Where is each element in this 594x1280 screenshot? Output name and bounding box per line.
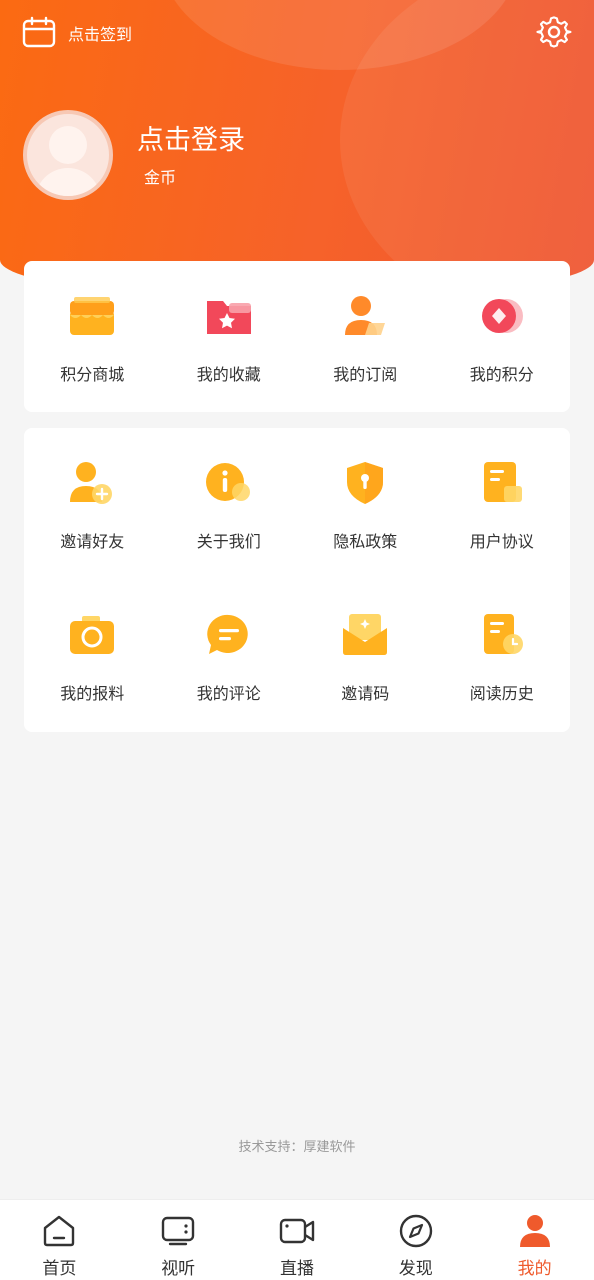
secondary-menu-card: 邀请好友 关于我们 隐私政策 用户协议 我的报料 我的评论 邀请码 阅读历史 xyxy=(24,428,570,732)
profile-page: 点击签到 点击登录 金币 积分商城 我的收藏 我的订阅 我的积分 邀请好友 关于… xyxy=(0,0,594,1280)
tab-label: 发现 xyxy=(398,1259,433,1279)
menu-item-label: 我的报料 xyxy=(60,684,125,703)
home-icon xyxy=(44,1215,75,1247)
tab-label: 视听 xyxy=(161,1259,196,1279)
comment-bubble-icon xyxy=(207,614,248,654)
menu-item-points-mall[interactable]: 积分商城 xyxy=(24,261,161,412)
profile-icon xyxy=(519,1215,550,1247)
subscription-user-icon xyxy=(345,296,386,335)
agreement-document-icon xyxy=(483,462,522,502)
video-camera-icon xyxy=(279,1218,315,1244)
menu-item-label: 我的积分 xyxy=(469,365,534,384)
tab-home[interactable]: 首页 xyxy=(0,1200,119,1280)
bottom-tab-bar: 首页 视听 直播 发现 我的 xyxy=(0,1199,594,1280)
menu-item-invite-code[interactable]: 邀请码 xyxy=(297,580,434,732)
menu-item-my-reports[interactable]: 我的报料 xyxy=(24,580,161,732)
checkin-button[interactable]: 点击签到 xyxy=(22,16,132,50)
coins-label: 金币 xyxy=(144,168,177,187)
menu-item-reading-history[interactable]: 阅读历史 xyxy=(434,580,571,732)
tab-mine[interactable]: 我的 xyxy=(475,1200,594,1280)
menu-item-favorites[interactable]: 我的收藏 xyxy=(161,261,298,412)
menu-item-label: 用户协议 xyxy=(469,532,534,551)
calendar-icon xyxy=(22,16,56,48)
camera-icon xyxy=(70,616,115,654)
menu-item-privacy-policy[interactable]: 隐私政策 xyxy=(297,428,434,580)
menu-item-user-agreement[interactable]: 用户协议 xyxy=(434,428,571,580)
avatar-head xyxy=(49,126,87,164)
tab-label: 首页 xyxy=(42,1259,77,1279)
menu-item-label: 隐私政策 xyxy=(333,532,398,551)
menu-item-my-comments[interactable]: 我的评论 xyxy=(161,580,298,732)
menu-item-label: 阅读历史 xyxy=(469,684,534,703)
avatar-body xyxy=(35,168,101,196)
tv-icon xyxy=(161,1216,195,1246)
login-prompt[interactable]: 点击登录 xyxy=(137,118,245,157)
info-icon xyxy=(205,463,250,501)
menu-item-label: 邀请好友 xyxy=(60,532,125,551)
menu-item-label: 我的评论 xyxy=(196,684,261,703)
tab-audio-video[interactable]: 视听 xyxy=(119,1200,238,1280)
store-icon xyxy=(70,297,115,335)
tab-label: 我的 xyxy=(517,1259,552,1279)
reading-history-icon xyxy=(483,614,523,654)
menu-item-about-us[interactable]: 关于我们 xyxy=(161,428,298,580)
invite-friend-icon xyxy=(70,462,113,504)
checkin-label: 点击签到 xyxy=(68,25,133,44)
tech-support-footer: 技术支持：厚建软件 xyxy=(238,1140,356,1155)
menu-item-invite-friends[interactable]: 邀请好友 xyxy=(24,428,161,580)
favorite-folder-icon xyxy=(206,301,251,334)
menu-item-my-points[interactable]: 我的积分 xyxy=(434,261,571,412)
primary-menu-card: 积分商城 我的收藏 我的订阅 我的积分 xyxy=(24,261,570,412)
menu-item-label: 积分商城 xyxy=(60,365,125,384)
menu-item-label: 关于我们 xyxy=(196,532,261,551)
compass-icon xyxy=(399,1214,432,1248)
menu-item-label: 邀请码 xyxy=(341,684,390,703)
tab-label: 直播 xyxy=(279,1259,314,1279)
settings-gear-icon[interactable] xyxy=(536,14,572,50)
menu-item-label: 我的订阅 xyxy=(333,365,398,384)
menu-item-label: 我的收藏 xyxy=(196,365,261,384)
avatar[interactable] xyxy=(23,110,113,200)
privacy-shield-icon xyxy=(347,462,384,504)
invite-code-envelope-icon xyxy=(343,614,388,655)
tab-live[interactable]: 直播 xyxy=(238,1200,357,1280)
tab-discover[interactable]: 发现 xyxy=(356,1200,475,1280)
profile-header: 点击签到 点击登录 金币 xyxy=(0,0,594,300)
points-coin-icon xyxy=(481,299,523,333)
menu-item-subscriptions[interactable]: 我的订阅 xyxy=(297,261,434,412)
